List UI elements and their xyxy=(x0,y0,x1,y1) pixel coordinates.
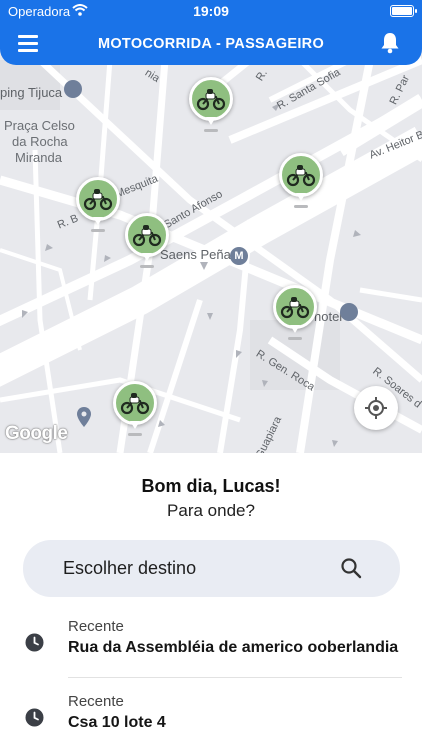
metro-station-icon: M xyxy=(230,247,248,265)
shopping-bag-icon xyxy=(64,80,82,98)
recent-destination-item[interactable]: Recente Rua da Assembléia de americo oob… xyxy=(0,613,422,683)
motorcycle-marker[interactable] xyxy=(279,153,323,211)
motorcycle-marker[interactable] xyxy=(125,213,169,271)
bell-icon[interactable] xyxy=(380,32,400,54)
clock-icon xyxy=(25,708,44,727)
motorcycle-icon xyxy=(113,381,157,425)
motorcycle-icon xyxy=(273,285,317,329)
map-label-ping-tijuca: ping Tijuca xyxy=(0,85,63,100)
page-title: MOTOCORRIDA - PASSAGEIRO xyxy=(97,36,325,52)
map-label-praca-1: Praça Celso xyxy=(4,118,75,133)
search-icon[interactable] xyxy=(339,556,363,580)
clock-icon xyxy=(25,633,44,652)
recent-label: Recente xyxy=(68,618,124,635)
map-view[interactable]: ping Tijuca Praça Celso da Rocha Miranda… xyxy=(0,0,422,453)
destination-panel: Bom dia, Lucas! Para onde? Escolher dest… xyxy=(0,453,422,750)
location-marker-icon xyxy=(77,407,91,427)
recent-address: Rua da Assembléia de americo ooberlandia xyxy=(68,639,399,656)
crosshair-icon xyxy=(365,397,387,419)
destination-search[interactable]: Escolher destino xyxy=(23,540,400,597)
my-location-button[interactable] xyxy=(354,386,398,430)
app-header: Operadora 19:09 MOTOCORRIDA - PASSAGEIRO xyxy=(0,0,422,65)
map-label-praca-3: Miranda xyxy=(15,150,62,165)
search-label: Escolher destino xyxy=(63,558,197,578)
recent-label: Recente xyxy=(68,693,124,710)
recent-address: Csa 10 lote 4 xyxy=(68,714,166,731)
motorcycle-marker[interactable] xyxy=(76,177,120,235)
map-label-praca-2: da Rocha xyxy=(12,134,68,149)
battery-tip xyxy=(415,9,417,13)
motorcycle-marker[interactable] xyxy=(273,285,317,343)
motorcycle-icon xyxy=(189,77,233,121)
google-logo: Google xyxy=(5,423,68,444)
motorcycle-marker[interactable] xyxy=(113,381,157,439)
greeting-text: Bom dia, Lucas! xyxy=(141,476,281,496)
motorcycle-marker[interactable] xyxy=(189,77,233,135)
hotel-bed-icon xyxy=(340,303,358,321)
map-label-saens-pena: Saens Peña xyxy=(160,247,231,262)
list-divider xyxy=(68,677,402,678)
map-label-hotel: hotel xyxy=(314,309,343,324)
status-time: 19:09 xyxy=(193,3,229,19)
recent-destination-item[interactable]: Recente Csa 10 lote 4 xyxy=(0,688,422,750)
motorcycle-icon xyxy=(76,177,120,221)
motorcycle-icon xyxy=(125,213,169,257)
status-bar: Operadora 19:09 xyxy=(0,0,422,22)
app-screen: ping Tijuca Praça Celso da Rocha Miranda… xyxy=(0,0,422,750)
subgreeting-text: Para onde? xyxy=(167,501,255,520)
motorcycle-icon xyxy=(279,153,323,197)
battery-icon xyxy=(390,5,414,17)
